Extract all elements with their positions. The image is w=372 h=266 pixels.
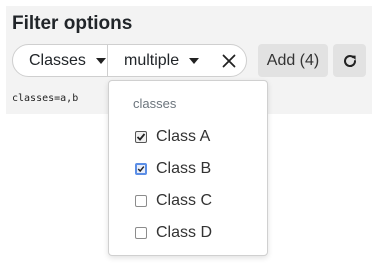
field-select[interactable]: Classes	[13, 45, 107, 76]
refresh-button[interactable]	[333, 44, 366, 77]
option-label: Class B	[156, 160, 212, 177]
option-label: Class D	[156, 224, 213, 241]
mode-select-label: multiple	[124, 51, 180, 69]
checkbox-class-d[interactable]	[135, 227, 147, 239]
option-class-a[interactable]: Class A	[135, 127, 210, 147]
option-class-d[interactable]: Class D	[135, 223, 212, 243]
classes-dropdown-menu: classes Class A Class B Class C Class D	[108, 80, 268, 256]
field-select-label: Classes	[29, 51, 86, 69]
clear-filter-button[interactable]	[217, 45, 241, 76]
checkmark-icon	[136, 133, 146, 141]
refresh-icon	[343, 54, 356, 67]
checkbox-class-b[interactable]	[135, 163, 147, 175]
checkbox-class-c[interactable]	[135, 195, 147, 207]
option-class-b[interactable]: Class B	[135, 159, 211, 179]
page-title: Filter options	[12, 13, 133, 34]
dropdown-header: classes	[133, 96, 177, 111]
chevron-down-icon	[95, 57, 106, 64]
option-label: Class A	[156, 128, 211, 145]
query-string: classes=a,b	[12, 93, 79, 104]
filter-control-group: Classes multiple	[12, 44, 247, 77]
checkmark-icon	[137, 166, 145, 173]
add-button[interactable]: Add (4)	[258, 44, 328, 77]
option-label: Class C	[156, 192, 213, 209]
option-class-c[interactable]: Class C	[135, 191, 212, 211]
close-icon	[222, 54, 236, 67]
checkbox-class-a[interactable]	[135, 131, 147, 143]
chevron-down-icon	[189, 57, 200, 64]
mode-select[interactable]: multiple	[108, 45, 209, 76]
